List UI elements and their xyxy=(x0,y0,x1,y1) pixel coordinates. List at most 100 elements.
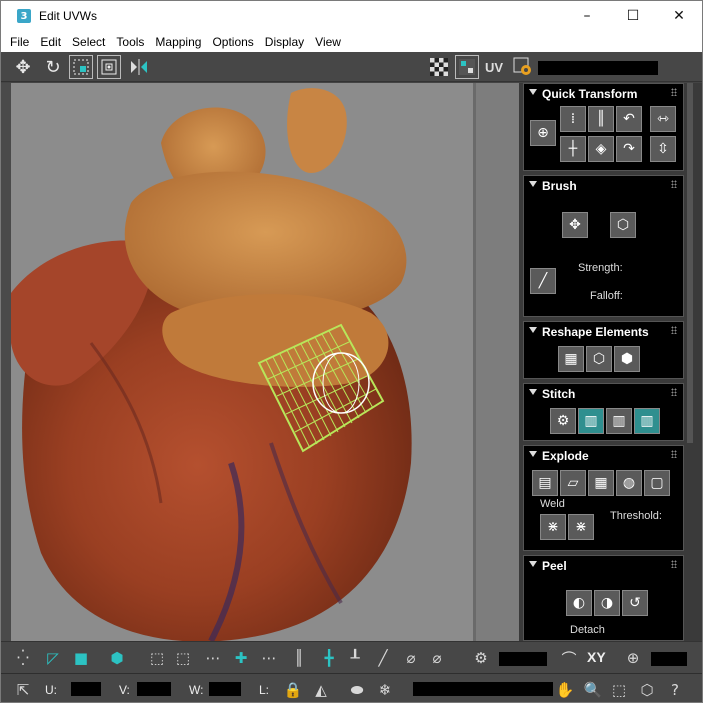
v-field[interactable] xyxy=(137,682,171,696)
straighten-icon[interactable]: ▦ xyxy=(558,346,584,372)
quick-peel-icon[interactable]: ◐ xyxy=(566,590,592,616)
drag-grip-icon[interactable] xyxy=(671,326,677,334)
absolute-mode-icon[interactable]: ⇱ xyxy=(11,678,35,702)
close-button[interactable]: ✕ xyxy=(656,1,702,31)
weld-target-icon[interactable]: ⋇ xyxy=(568,514,594,540)
ring-select-icon[interactable]: ║ xyxy=(287,646,311,670)
zoom-icon[interactable]: 🔍 xyxy=(581,678,605,702)
rotate-ccw-icon[interactable]: ↶ xyxy=(616,106,642,132)
align-horizontal-icon[interactable]: ⁞ xyxy=(560,106,586,132)
menu-file[interactable]: File xyxy=(10,35,29,49)
minimize-button[interactable]: – xyxy=(564,1,610,31)
collapse-arrow-icon[interactable] xyxy=(529,327,537,333)
settings-grid-icon[interactable] xyxy=(511,55,535,79)
selection-filter-field[interactable] xyxy=(413,682,553,696)
paint-select-icon[interactable]: ⬚ xyxy=(171,646,195,670)
quick-transform-center-icon[interactable]: ⊕ xyxy=(530,120,556,146)
relax-icon[interactable]: ⬡ xyxy=(586,346,612,372)
collapse-arrow-icon[interactable] xyxy=(529,561,537,567)
scale-icon[interactable] xyxy=(69,55,93,79)
stitch-to-target-icon[interactable]: ▥ xyxy=(634,408,660,434)
snowflake-icon[interactable]: ❄ xyxy=(373,678,397,702)
explode-title[interactable]: Explode xyxy=(542,449,589,463)
stitch-to-source-icon[interactable]: ▥ xyxy=(578,408,604,434)
menu-view[interactable]: View xyxy=(315,35,341,49)
w-field[interactable] xyxy=(209,682,241,696)
pivot-icon[interactable]: ◈ xyxy=(588,136,614,162)
soft-selection-gear-icon[interactable]: ⚙ xyxy=(469,646,493,670)
expand-loop-icon[interactable]: ⋯ xyxy=(201,646,225,670)
drag-grip-icon[interactable] xyxy=(671,180,677,188)
align-vertical-icon[interactable]: ║ xyxy=(588,106,614,132)
weld-selected-icon[interactable]: ⋇ xyxy=(540,514,566,540)
peel-mode-icon[interactable]: ◑ xyxy=(594,590,620,616)
menu-mapping[interactable]: Mapping xyxy=(155,35,201,49)
collapse-arrow-icon[interactable] xyxy=(529,89,537,95)
relax-settings-icon[interactable]: ⬢ xyxy=(614,346,640,372)
uv-label[interactable]: UV xyxy=(485,60,503,75)
select-by-element-icon[interactable]: ⬚ xyxy=(145,646,169,670)
freeze-icon[interactable]: ⬬ xyxy=(345,678,369,702)
peel-title[interactable]: Peel xyxy=(542,559,567,573)
rotate-cw-icon[interactable]: ↷ xyxy=(616,136,642,162)
drag-grip-icon[interactable] xyxy=(671,88,677,96)
loop-select-icon[interactable]: ╋ xyxy=(317,646,341,670)
stitch-custom-icon[interactable]: ⚙ xyxy=(550,408,576,434)
break-by-uv-icon[interactable]: ▢ xyxy=(644,470,670,496)
panel-scrollbar[interactable] xyxy=(687,83,693,443)
shrink-loop-icon[interactable]: ⋯ xyxy=(257,646,281,670)
falloff-field[interactable] xyxy=(499,652,547,666)
brush-falloff-icon[interactable]: ╱ xyxy=(530,268,556,294)
hide-icon[interactable]: ◭ xyxy=(309,678,333,702)
element-mode-icon[interactable]: ⬢ xyxy=(105,646,129,670)
reshape-elements-title[interactable]: Reshape Elements xyxy=(542,325,649,339)
mirror-icon[interactable] xyxy=(127,55,151,79)
space-field[interactable] xyxy=(651,652,687,666)
vertex-mode-icon[interactable]: ◸ xyxy=(41,646,65,670)
drag-grip-icon[interactable] xyxy=(671,450,677,458)
menu-options[interactable]: Options xyxy=(212,35,253,49)
stitch-average-icon[interactable]: ▥ xyxy=(606,408,632,434)
relax-brush-icon[interactable]: ⬡ xyxy=(610,212,636,238)
texture-display-icon[interactable] xyxy=(455,55,479,79)
quick-transform-title[interactable]: Quick Transform xyxy=(542,87,637,101)
lock-icon[interactable]: 🔒 xyxy=(281,678,305,702)
reset-peel-icon[interactable]: ↺ xyxy=(622,590,648,616)
break-by-smoothing-icon[interactable]: ▱ xyxy=(560,470,586,496)
stitch-title[interactable]: Stitch xyxy=(542,387,575,401)
pan-icon[interactable]: ✋ xyxy=(553,678,577,702)
xy-space-label[interactable]: XY xyxy=(587,649,606,665)
paint-move-icon[interactable]: ✥ xyxy=(562,212,588,238)
menu-tools[interactable]: Tools xyxy=(116,35,144,49)
maximize-button[interactable]: ☐ xyxy=(610,1,656,31)
rotate-icon[interactable]: ↻ xyxy=(41,55,65,79)
texture-dropdown[interactable] xyxy=(538,61,658,75)
soft-select-icon[interactable]: ⌀ xyxy=(399,646,423,670)
world-space-icon[interactable]: ⊕ xyxy=(621,646,645,670)
checker-map-icon[interactable] xyxy=(427,55,451,79)
brush-tool-icon[interactable]: ╱ xyxy=(371,646,395,670)
help-icon[interactable]: ? xyxy=(663,678,687,702)
space-horizontal-icon[interactable]: ⇿ xyxy=(650,106,676,132)
break-by-material-icon[interactable]: ◍ xyxy=(616,470,642,496)
grow-selection-icon[interactable]: ⁛ xyxy=(11,646,35,670)
freeform-mode-icon[interactable] xyxy=(97,55,121,79)
edge-select-icon[interactable]: ┸ xyxy=(343,646,367,670)
uv-editor-viewport[interactable] xyxy=(11,83,473,641)
align-edges-icon[interactable]: ┼ xyxy=(560,136,586,162)
zoom-region-icon[interactable]: ⬚ xyxy=(607,678,631,702)
polygon-mode-icon[interactable]: ■ xyxy=(69,646,93,670)
menu-select[interactable]: Select xyxy=(72,35,105,49)
menu-display[interactable]: Display xyxy=(265,35,304,49)
brush-title[interactable]: Brush xyxy=(542,179,577,193)
menu-edit[interactable]: Edit xyxy=(40,35,61,49)
zoom-extents-icon[interactable]: ⬡ xyxy=(635,678,659,702)
collapse-arrow-icon[interactable] xyxy=(529,181,537,187)
move-icon[interactable]: ✥ xyxy=(11,55,35,79)
drag-grip-icon[interactable] xyxy=(671,560,677,568)
collapse-arrow-icon[interactable] xyxy=(529,451,537,457)
u-field[interactable] xyxy=(71,682,101,696)
space-vertical-icon[interactable]: ⇳ xyxy=(650,136,676,162)
break-to-faces-icon[interactable]: ▦ xyxy=(588,470,614,496)
soft-select-falloff-icon[interactable]: ⌀ xyxy=(425,646,449,670)
